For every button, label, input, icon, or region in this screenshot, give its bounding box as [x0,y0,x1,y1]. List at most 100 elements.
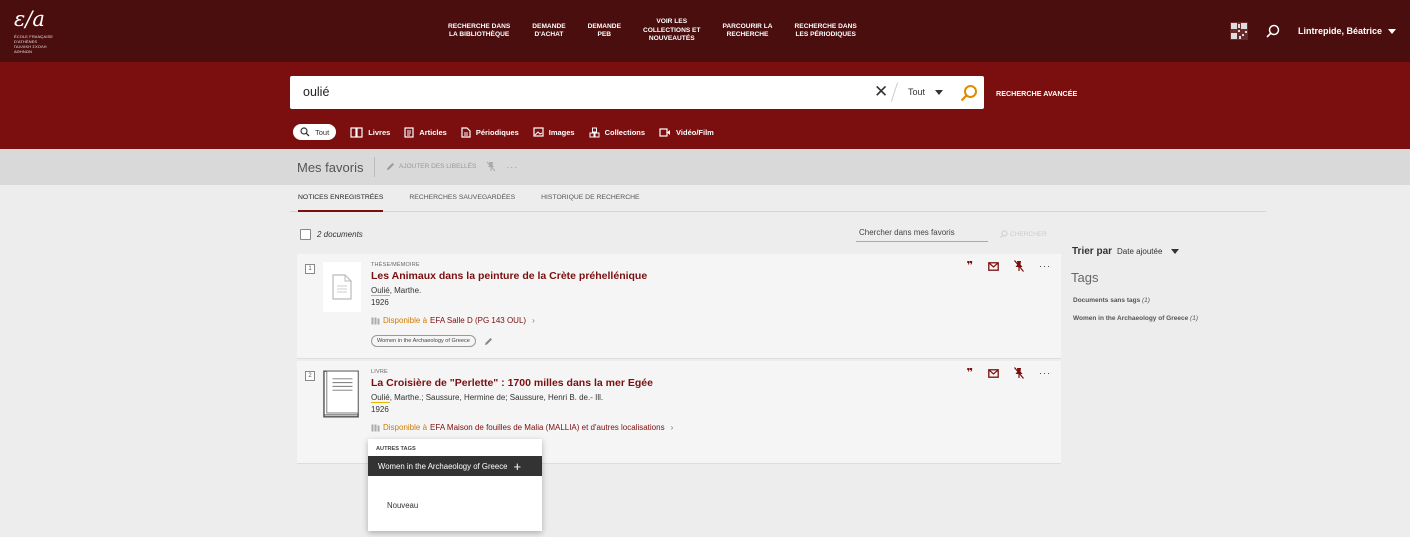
select-all-row: 2 documents [300,229,363,240]
search-band: oulié ✕ Tout RECHERCHE AVANCÉE Tout Livr… [0,62,1410,149]
search-box[interactable]: oulié ✕ Tout [290,76,984,109]
tag-filter-women-archaeology[interactable]: Women in the Archaeology of Greece (1) [1073,315,1198,322]
favorites-bar: Mes favoris AJOUTER DES LIBELLÉS ··· [0,149,1410,185]
logo-subtitle-fr: ÉCOLE FRANÇAISE D'ATHÈNES [14,34,54,44]
top-navigation-bar: ε/a ÉCOLE FRANÇAISE D'ATHÈNES ΓΑΛΛΙΚΗ ΣΧ… [0,0,1410,62]
unpin-icon[interactable] [486,161,496,172]
list-item: 1 THÈSE/MÉMOIRE Les Animaux dans la pein… [297,254,1061,359]
books-icon [350,126,363,138]
logo-mark: ε/a [14,7,45,31]
user-menu[interactable]: Lintrepide, Béatrice [1298,26,1396,36]
chevron-right-icon: › [532,316,535,325]
tags-popup: AUTRES TAGS Women in the Archaeology of … [368,439,542,531]
cite-icon[interactable]: ❞ [967,367,973,379]
nav-browse[interactable]: PARCOURIR LA RECHERCHE [722,23,772,40]
record-title-link[interactable]: Les Animaux dans la peinture de la Crète… [371,270,931,282]
type-filter-label: Périodiques [475,127,519,137]
clear-search-icon[interactable]: ✕ [874,82,888,102]
add-labels-label: AJOUTER DES LIBELLÉS [399,163,477,170]
tag-chip[interactable]: Women in the Archaeology of Greece [371,335,476,347]
search-submit-icon[interactable] [960,84,978,102]
nav-ill-request[interactable]: DEMANDE PEB [588,23,621,40]
favorites-search-button[interactable]: CHERCHER [1000,230,1047,238]
books-icon [371,424,380,431]
plus-icon: + [513,458,522,474]
unpin-icon[interactable] [1014,367,1024,379]
add-tag-option-label: Women in the Archaeology of Greece [378,461,508,471]
favorites-search-input[interactable]: Chercher dans mes favoris [856,228,988,242]
book-thumbnail[interactable] [323,369,361,419]
add-labels-button[interactable]: AJOUTER DES LIBELLÉS [386,162,476,171]
page-title: Mes favoris [297,160,364,175]
search-scope-value: Tout [908,87,926,97]
search-icon[interactable] [1266,24,1280,38]
record-tags: Women in the Archaeology of Greece [371,335,931,347]
tab-search-history[interactable]: HISTORIQUE DE RECHERCHE [541,192,639,212]
author-highlight: Oulié [371,286,390,296]
favorites-tabs: NOTICES ENREGISTRÉES RECHERCHES SAUVEGAR… [290,192,1266,212]
more-options-icon[interactable]: ··· [1039,261,1051,271]
add-tag-option[interactable]: Women in the Archaeology of Greece + [368,456,542,476]
record-number[interactable]: 2 [305,371,315,381]
resource-type-filters: Tout Livres Articles Périodiques Images … [293,124,714,140]
record-details: LIVRE La Croisière de "Perlette" : 1700 … [371,369,931,432]
efa-logo[interactable]: ε/a ÉCOLE FRANÇAISE D'ATHÈNES ΓΑΛΛΙΚΗ ΣΧ… [14,8,64,56]
type-filter-video[interactable]: Vidéo/Film [659,128,714,137]
type-filter-periodicals[interactable]: Périodiques [461,126,519,138]
type-filter-articles[interactable]: Articles [404,126,447,138]
video-icon [659,127,671,137]
record-type: THÈSE/MÉMOIRE [371,262,420,268]
new-tag-option[interactable]: Nouveau [368,476,542,510]
record-title-link[interactable]: La Croisière de "Perlette" : 1700 milles… [371,377,931,389]
unpin-icon[interactable] [1014,260,1024,272]
email-icon[interactable] [988,368,999,378]
nav-periodicals[interactable]: RECHERCHE DANS LES PÉRIODIQUES [795,23,857,40]
author-rest: , Marthe. [389,286,422,295]
thesis-thumbnail[interactable] [323,262,361,312]
sort-value: Date ajoutée [1117,247,1163,256]
qr-code-icon[interactable] [1229,22,1248,40]
search-input[interactable]: oulié [303,85,329,99]
availability-link[interactable]: Disponible à EFA Salle D (PG 143 OUL) › [371,316,931,325]
record-actions: ❞ ··· [967,367,1051,379]
search-scope-select[interactable]: Tout [908,87,944,97]
more-options-icon[interactable]: ··· [1039,368,1051,378]
tab-saved-searches[interactable]: RECHERCHES SAUVEGARDÉES [409,192,515,212]
tag-filter-untagged[interactable]: Documents sans tags (1) [1073,297,1150,304]
availability-link[interactable]: Disponible à EFA Maison de fouilles de M… [371,423,931,432]
record-type: LIVRE [371,369,388,375]
record-year: 1926 [371,298,389,307]
record-number[interactable]: 1 [305,264,315,274]
type-filter-images[interactable]: Images [533,127,575,137]
type-filter-collections[interactable]: Collections [589,127,645,138]
type-filter-label: Articles [419,127,447,137]
type-filter-all[interactable]: Tout [293,124,337,140]
sort-control[interactable]: Trier par Date ajoutée [1072,246,1180,257]
cite-icon[interactable]: ❞ [967,260,973,272]
nav-library-search[interactable]: RECHERCHE DANS LA BIBLIOTHÈQUE [448,23,510,40]
article-icon [404,126,414,138]
advanced-search-link[interactable]: RECHERCHE AVANCÉE [996,89,1077,98]
email-icon[interactable] [988,261,999,271]
availability-status: Disponible à [383,316,428,325]
book-icon [323,370,359,418]
nav-purchase-request[interactable]: DEMANDE D'ACHAT [532,23,565,40]
tab-saved-records[interactable]: NOTICES ENREGISTRÉES [298,192,384,212]
books-icon [371,317,380,324]
type-filter-label: Tout [315,127,330,137]
record-details: THÈSE/MÉMOIRE Les Animaux dans la peintu… [371,262,931,347]
type-filter-books[interactable]: Livres [350,126,390,138]
record-author: Oulié, Marthe.; Saussure, Hermine de; Sa… [371,393,931,403]
author-rest: , Marthe.; Saussure, Hermine de; Saussur… [389,393,604,402]
type-filter-label: Images [548,127,575,137]
document-count: 2 documents [317,230,363,239]
user-name: Lintrepide, Béatrice [1297,26,1382,36]
author-highlight: Oulié [371,393,390,403]
more-actions-icon[interactable]: ··· [506,162,518,172]
record-year: 1926 [371,405,389,414]
nav-collections[interactable]: VOIR LES COLLECTIONS ET NOUVEAUTÉS [643,18,701,44]
logo-subtitle-gr: ΓΑΛΛΙΚΗ ΣΧΟΛΗ ΑΘΗΝΩΝ [14,44,47,54]
select-all-checkbox[interactable] [300,229,311,240]
document-icon [332,274,352,300]
edit-tags-icon[interactable] [484,337,493,346]
